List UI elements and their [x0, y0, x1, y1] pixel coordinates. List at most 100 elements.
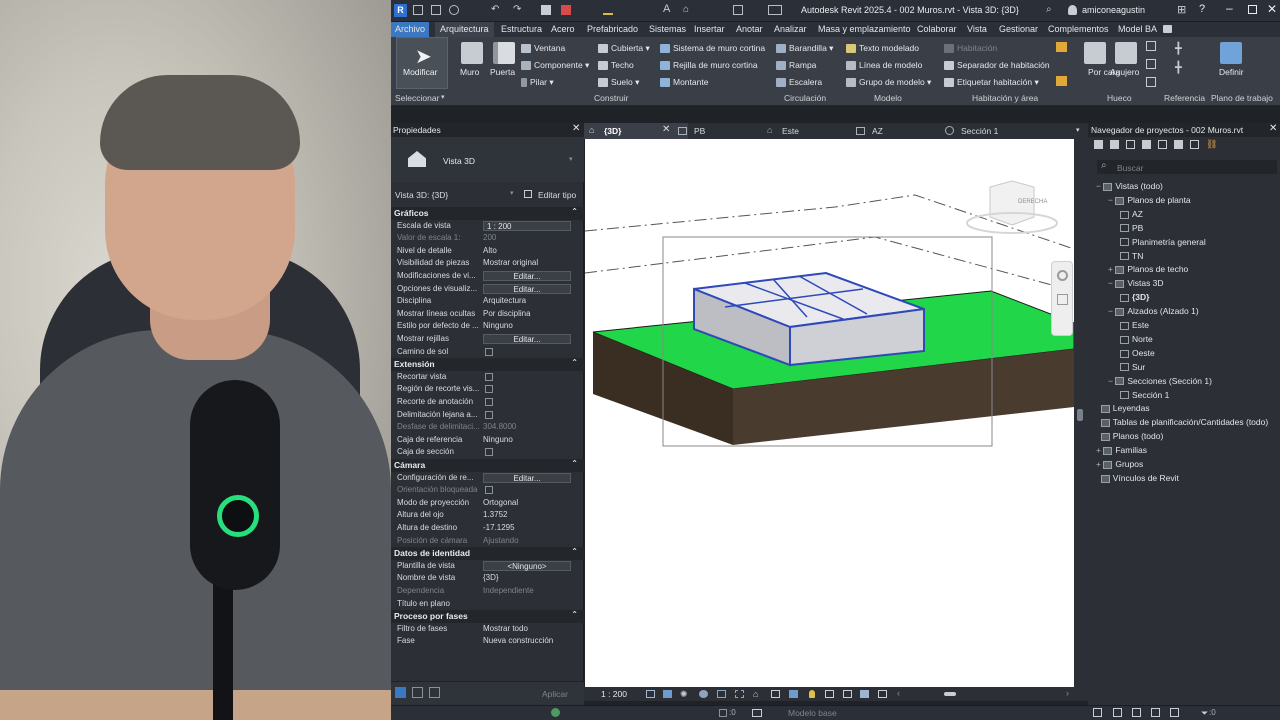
browser-tree-item[interactable]: Planos (todo): [1096, 431, 1163, 441]
navigation-bar[interactable]: [1051, 261, 1073, 336]
checkbox[interactable]: [485, 372, 493, 381]
search-icon[interactable]: ⌕: [1046, 4, 1052, 15]
lock-3d-icon[interactable]: ⌂: [753, 689, 758, 699]
edit-button[interactable]: Editar...: [483, 271, 571, 281]
property-row[interactable]: Recortar vista: [391, 371, 584, 384]
property-row[interactable]: Dependencia Independiente: [391, 585, 584, 598]
property-value[interactable]: Mostrar original: [483, 258, 538, 267]
property-row[interactable]: Desfase de delimitaci... 304.8000: [391, 421, 584, 434]
tag-area-icon[interactable]: [1056, 76, 1067, 86]
status-worksets-icon[interactable]: [551, 708, 560, 717]
collapse-icon[interactable]: −: [1108, 195, 1115, 205]
property-row[interactable]: Estilo por defecto de ... Ninguno: [391, 320, 584, 333]
property-value[interactable]: Ortogonal: [483, 498, 518, 507]
crop-view-icon[interactable]: [717, 690, 726, 698]
maximize-icon[interactable]: [1248, 5, 1257, 14]
select-underlay-icon[interactable]: [1113, 708, 1122, 717]
instance-selector[interactable]: Vista 3D: {3D} ▾ Editar tipo: [391, 187, 584, 201]
browser-tree-item[interactable]: + Planos de techo: [1108, 264, 1188, 274]
property-row[interactable]: Valor de escala 1: 200: [391, 232, 584, 245]
tab-colaborar[interactable]: Colaborar: [917, 24, 957, 34]
tab-este[interactable]: Este: [782, 126, 799, 136]
level-icon[interactable]: ╋: [1175, 42, 1182, 55]
set-workplane-icon[interactable]: [1220, 42, 1242, 64]
checkbox[interactable]: [485, 385, 493, 394]
browser-tree-item[interactable]: Leyendas: [1096, 403, 1150, 413]
property-row[interactable]: Caja de referencia Ninguno: [391, 434, 584, 447]
browser-close-icon[interactable]: ✕: [1269, 123, 1277, 134]
browser-tree-item[interactable]: Norte: [1120, 334, 1153, 344]
collapse-icon[interactable]: ⌃: [571, 547, 578, 556]
property-value[interactable]: Alto: [483, 246, 497, 255]
thin-lines-icon[interactable]: [733, 5, 743, 15]
scroll-left-icon[interactable]: ‹: [897, 688, 900, 698]
collapse-icon[interactable]: −: [1108, 376, 1115, 386]
set-workplane-button[interactable]: Definir: [1219, 67, 1244, 77]
properties-close-icon[interactable]: ✕: [572, 123, 580, 134]
measure-icon[interactable]: [603, 5, 613, 15]
browser-tree-item[interactable]: AZ: [1120, 209, 1143, 219]
property-value[interactable]: Ninguno: [483, 321, 513, 330]
tab-gestionar[interactable]: Gestionar: [999, 24, 1038, 34]
chevron-down-icon[interactable]: ▾: [441, 93, 445, 101]
browser-tree-item[interactable]: + Grupos: [1096, 459, 1143, 469]
door-icon[interactable]: [493, 42, 515, 64]
link-icon[interactable]: ⛓: [1206, 139, 1217, 150]
highlight-icon[interactable]: [860, 690, 869, 698]
sun-path-icon[interactable]: ✺: [680, 689, 688, 700]
expand-icon[interactable]: +: [1108, 264, 1115, 274]
property-row[interactable]: Recorte de anotación: [391, 396, 584, 409]
tab-vista[interactable]: Vista: [967, 24, 987, 34]
browser-tool-icon[interactable]: [1190, 140, 1199, 149]
property-row[interactable]: Fase Nueva construcción: [391, 635, 584, 648]
checkbox[interactable]: [485, 347, 493, 356]
edit-button[interactable]: Editar...: [483, 472, 571, 483]
collapse-icon[interactable]: ⌃: [571, 610, 578, 619]
property-row[interactable]: Escala de vista 1 : 200: [391, 220, 584, 233]
property-row[interactable]: Posición de cámara Ajustando: [391, 535, 584, 548]
room-button[interactable]: Habitación: [944, 43, 997, 54]
properties-section[interactable]: Datos de identidad ⌃: [391, 547, 584, 560]
checkbox[interactable]: [485, 398, 493, 406]
drag-elements-icon[interactable]: [1170, 708, 1179, 717]
tab-estructura[interactable]: Estructura: [501, 24, 542, 34]
tab-arquitectura[interactable]: Arquitectura: [435, 22, 494, 37]
shaft-button[interactable]: Agujero: [1110, 67, 1139, 77]
roof-button[interactable]: Cubierta ▾: [598, 43, 650, 54]
property-value[interactable]: 200: [483, 233, 496, 242]
model-group-button[interactable]: Grupo de modelo ▾: [846, 77, 931, 88]
wall-icon[interactable]: [461, 42, 483, 64]
modify-button[interactable]: ➤ Modificar: [396, 37, 448, 89]
property-row[interactable]: Opciones de visualiz... Editar...: [391, 283, 584, 296]
scrollbar-thumb[interactable]: [1077, 409, 1083, 421]
browser-tree-item[interactable]: − Vistas (todo): [1096, 181, 1163, 191]
status-design-options-icon[interactable]: [752, 709, 762, 717]
property-value[interactable]: 1.3752: [483, 510, 507, 519]
browser-tree-item[interactable]: PB: [1120, 223, 1143, 233]
quick-access-toolbar[interactable]: ↶ ↷ A ⌂: [413, 3, 793, 16]
tag-room-button[interactable]: Etiquetar habitación ▾: [944, 77, 1039, 88]
horizontal-scroll-thumb[interactable]: [944, 692, 956, 696]
property-row[interactable]: Título en plano: [391, 598, 584, 611]
worksharing-icon[interactable]: [825, 690, 834, 698]
browser-tree-item[interactable]: Sur: [1120, 362, 1145, 372]
temp-hide-icon[interactable]: [771, 690, 780, 698]
cart-icon[interactable]: ⊞: [1177, 3, 1186, 16]
browser-tree-item[interactable]: Este: [1120, 320, 1149, 330]
property-row[interactable]: Nivel de detalle Alto: [391, 245, 584, 258]
sort-za-icon[interactable]: [429, 687, 440, 698]
close-inactive-icon[interactable]: [561, 5, 571, 15]
tab-pb[interactable]: PB: [694, 126, 705, 136]
property-value[interactable]: Mostrar todo: [483, 624, 528, 633]
checkbox[interactable]: [485, 448, 493, 457]
grid-icon[interactable]: ╋: [1175, 61, 1182, 74]
browser-tree-item[interactable]: Vínculos de Revit: [1096, 473, 1179, 483]
zoom-icon[interactable]: [1057, 294, 1068, 305]
undo-icon[interactable]: ↶: [491, 4, 499, 15]
apply-button[interactable]: Aplicar: [542, 689, 568, 699]
model-text-button[interactable]: Texto modelado: [846, 43, 919, 54]
sort-categorized-icon[interactable]: [395, 687, 406, 698]
properties-section[interactable]: Gráficos ⌃: [391, 207, 584, 220]
collapse-icon[interactable]: −: [1108, 278, 1115, 288]
visual-style-icon[interactable]: [663, 690, 672, 698]
